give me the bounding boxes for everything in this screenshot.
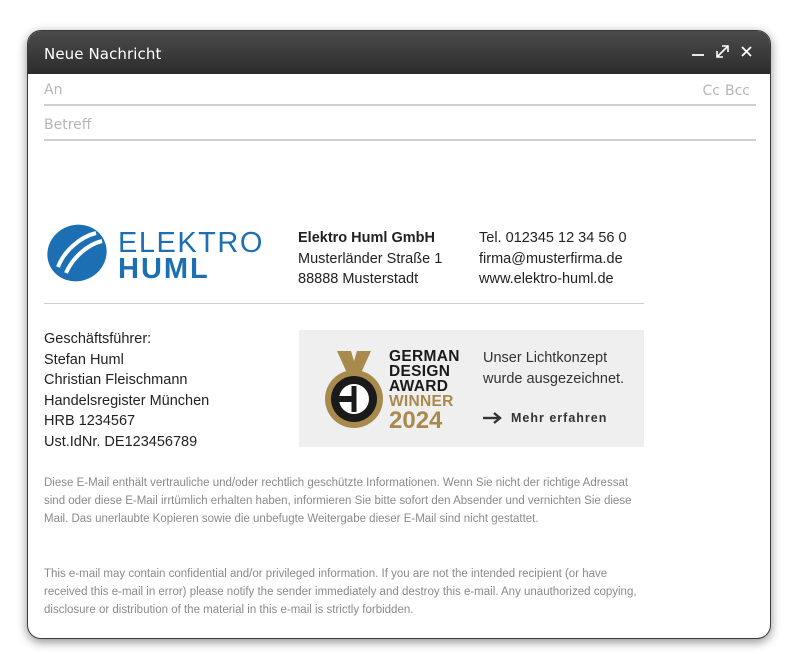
hrb-number: HRB 1234567 — [44, 413, 136, 429]
learn-more-link[interactable]: Mehr erfahren — [483, 411, 607, 425]
company-street: Musterländer Straße 1 — [298, 250, 443, 267]
management-label: Geschäftsführer: — [44, 331, 152, 347]
award-text-line-2: wurde ausgezeichnet. — [483, 371, 625, 387]
company-address: Elektro Huml GmbH Musterländer Straße 1 … — [298, 228, 442, 290]
award-logo-text: GERMAN DESIGN AWARD WINNER 2024 — [389, 349, 460, 433]
award-german: GERMAN — [389, 348, 460, 365]
award-year: 2024 — [389, 407, 443, 434]
contact-website[interactable]: www.elektro-huml.de — [479, 269, 627, 290]
subject-input[interactable] — [44, 111, 644, 139]
vat-id: Ust.IdNr. DE123456789 — [44, 433, 198, 450]
expand-icon[interactable] — [714, 42, 730, 60]
logo-text-huml: HUML — [118, 253, 210, 285]
management-info: Geschäftsführer: Stefan Huml Christian F… — [44, 329, 284, 452]
disclaimer-english: This e-mail may contain confidential and… — [44, 568, 637, 616]
award-medal-icon — [325, 351, 383, 428]
to-input[interactable] — [44, 76, 644, 104]
award-design: DESIGN — [389, 363, 451, 380]
signature-divider — [44, 303, 644, 304]
company-city: 88888 Musterstadt — [298, 271, 419, 287]
commercial-register: Handelsregister München — [44, 392, 210, 409]
title-bar[interactable]: Neue Nachricht — [28, 31, 770, 74]
arrow-right-icon — [483, 412, 502, 424]
company-logo: ELEKTRO HUML — [44, 221, 262, 285]
window-controls — [690, 42, 754, 60]
award-text-line-1: Unser Lichtkonzept — [483, 350, 608, 366]
window-title: Neue Nachricht — [44, 45, 162, 63]
learn-more-label: Mehr erfahren — [511, 411, 608, 425]
contact-phone: Tel. 012345 12 34 56 0 — [479, 230, 627, 246]
company-name: Elektro Huml GmbH — [298, 230, 435, 246]
close-icon[interactable] — [738, 42, 754, 60]
manager-name-2: Christian Fleischmann — [44, 372, 188, 388]
contact-email[interactable]: firma@musterfirma.de — [479, 249, 627, 270]
award-banner[interactable]: GERMAN DESIGN AWARD WINNER 2024 Unser Li… — [299, 330, 644, 447]
company-contact: Tel. 012345 12 34 56 0 firma@musterfirma… — [479, 228, 627, 290]
compose-window: Neue Nachricht Cc B — [27, 30, 771, 639]
disclaimer-german: Diese E-Mail enthält vertrauliche und/od… — [44, 477, 632, 525]
subject-field-row — [44, 111, 756, 141]
cc-link[interactable]: Cc — [703, 83, 720, 99]
manager-name-1: Stefan Huml — [44, 351, 124, 368]
minimize-icon[interactable] — [690, 42, 706, 60]
cc-bcc-links: Cc Bcc — [703, 83, 750, 99]
to-field-row: Cc Bcc — [44, 76, 756, 106]
logo-emblem-icon — [47, 224, 107, 282]
bcc-link[interactable]: Bcc — [725, 83, 750, 99]
award-award: AWARD — [389, 378, 449, 395]
award-description: Unser Lichtkonzept wurde ausgezeichnet. — [483, 348, 643, 390]
